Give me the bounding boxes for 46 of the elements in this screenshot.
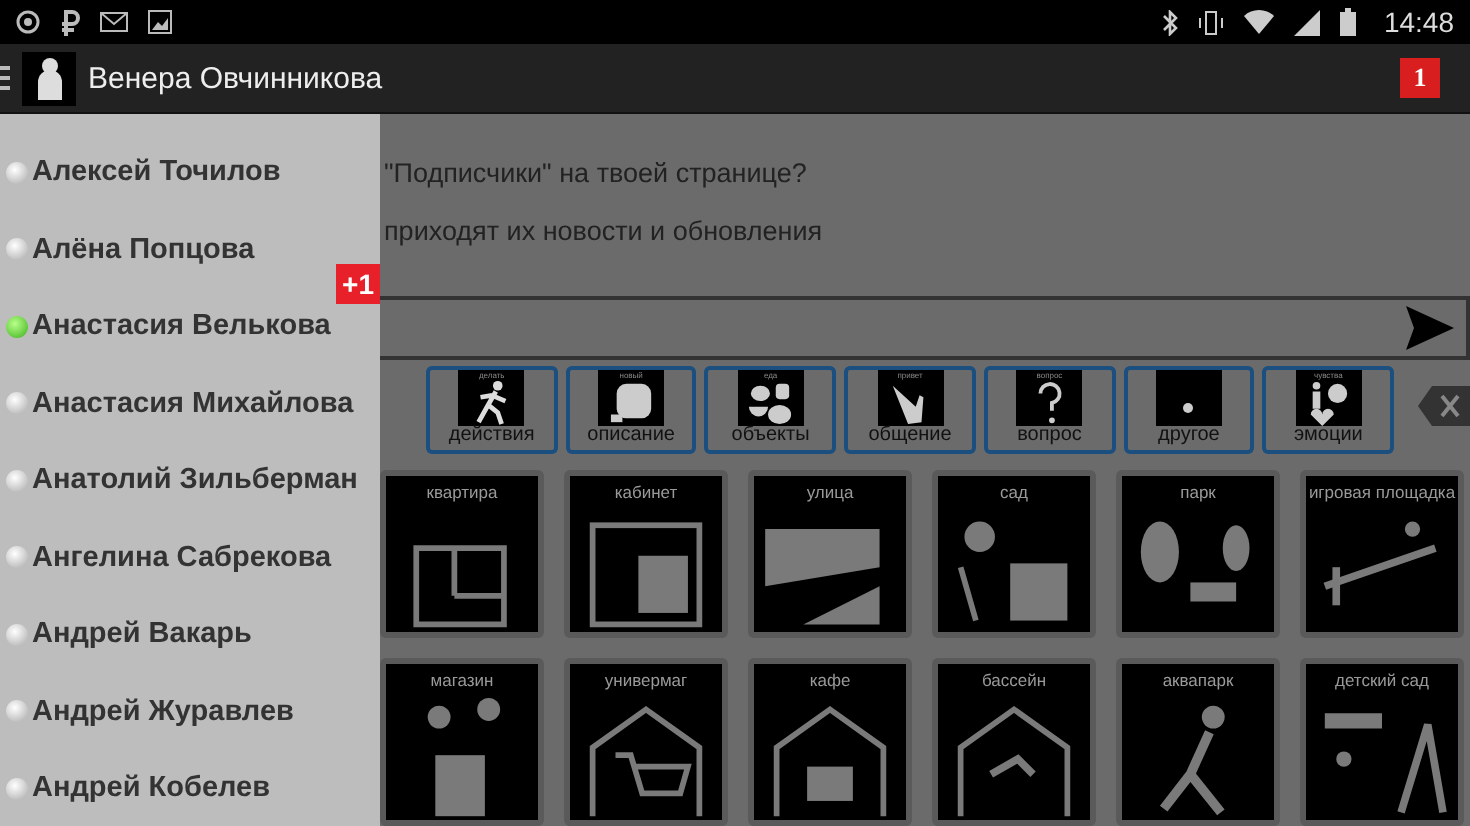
image-icon	[148, 10, 172, 34]
symbol-tile[interactable]: кафе	[748, 658, 912, 826]
symbol-tile[interactable]: игровая площадка	[1300, 470, 1464, 638]
symbol-tile[interactable]: парк	[1116, 470, 1280, 638]
contact-name[interactable]: Анатолий Зильберман	[32, 464, 358, 497]
contact-name[interactable]: Андрей Журавлев	[32, 695, 294, 728]
symbol-tile[interactable]: аквапарк	[1116, 658, 1280, 826]
message-text: "Подписчики" на твоей странице?	[384, 158, 809, 188]
contact-name[interactable]: Андрей Кобелев	[32, 772, 271, 805]
symbol-tile[interactable]: бассейн	[932, 658, 1096, 826]
bluetooth-icon	[1161, 9, 1178, 35]
contact-name[interactable]: Алёна Попцова	[32, 233, 255, 266]
ruble-icon	[60, 9, 80, 35]
message-text: приходят их новости и обновления	[384, 216, 825, 246]
symbol-tile[interactable]: квартира	[380, 470, 544, 638]
send-icon[interactable]	[1406, 305, 1454, 350]
clock-time: 14:48	[1383, 6, 1454, 38]
contact-name[interactable]: Алексей Точилов	[32, 156, 281, 189]
target-icon	[16, 10, 40, 34]
wifi-icon	[1243, 10, 1274, 34]
dot-icon	[1182, 402, 1195, 414]
food-icon	[746, 380, 795, 426]
contact-name[interactable]: Андрей Вакарь	[32, 618, 252, 651]
unread-badge: +1	[336, 264, 380, 304]
symbol-tile[interactable]: сад	[932, 470, 1096, 638]
message-input[interactable]	[380, 295, 1470, 360]
chat-title: Венера Овчинникова	[88, 61, 385, 95]
symbol-tile[interactable]: улица	[748, 470, 912, 638]
contact-name[interactable]: Анастасия Михайлова	[32, 387, 354, 420]
symbol-tile[interactable]: магазин	[380, 658, 544, 826]
signal-icon	[1293, 9, 1320, 35]
menu-icon[interactable]	[0, 66, 10, 90]
avatar[interactable]	[22, 51, 76, 105]
category-button[interactable]: другое	[1123, 366, 1255, 454]
backspace-icon[interactable]	[1418, 385, 1470, 425]
battery-icon	[1339, 8, 1356, 36]
contact-name[interactable]: Анастасия Велькова	[32, 310, 331, 343]
contact-name[interactable]: Ангелина Сабрекова	[32, 541, 332, 574]
symbol-tile[interactable]: кабинет	[564, 470, 728, 638]
symbol-tile[interactable]: детский сад	[1300, 658, 1464, 826]
rounded-square-icon	[607, 380, 656, 426]
vibrate-icon	[1197, 9, 1224, 35]
notification-badge[interactable]: 1	[1400, 58, 1440, 98]
mail-icon	[100, 12, 128, 32]
symbol-tile[interactable]: универмаг	[564, 658, 728, 826]
question-mark-icon	[1033, 380, 1066, 426]
